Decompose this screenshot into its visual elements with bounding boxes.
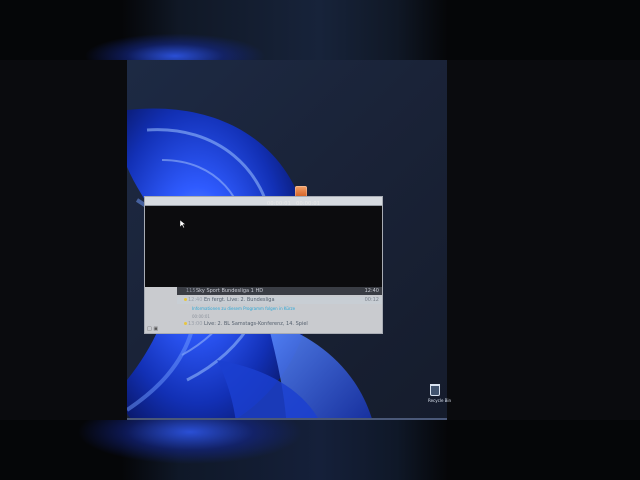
time-total: 00:00:01 <box>296 201 321 207</box>
mouse-cursor-icon <box>180 220 186 228</box>
player-titlebar[interactable] <box>145 197 382 206</box>
row-description: Informationen zu diesem Programm folgen … <box>192 306 296 311</box>
right-letterbox <box>447 60 640 420</box>
star-icon <box>184 298 187 301</box>
star-icon <box>184 322 187 325</box>
blurred-top-band <box>0 0 640 60</box>
timecode-display: 00:00:01 00:00:01 <box>267 201 325 207</box>
recycle-bin-shortcut[interactable]: Recycle Bin <box>428 384 452 408</box>
channel-header[interactable]: 115 Sky Sport Bundesliga 1 HD 12:40 <box>177 287 382 295</box>
row-start-time: 13:00 <box>188 321 203 327</box>
channel-time: 12:40 <box>364 288 379 294</box>
row-title: Live: 2. BL Samstags-Konferenz, 14. Spie… <box>204 321 308 327</box>
recycle-bin-label: Recycle Bin <box>428 398 452 403</box>
channel-number: 115 <box>186 288 196 294</box>
epg-overlay[interactable]: 115 Sky Sport Bundesliga 1 HD 12:40 12:4… <box>145 287 382 333</box>
row-title: En fergt. Live: 2. Bundesliga <box>204 297 275 303</box>
lock-icon[interactable]: □ <box>147 326 152 332</box>
row-start-time: 12:40 <box>188 297 203 303</box>
row-sub-time: 00:00:01 <box>192 314 210 319</box>
blurred-bottom-band <box>0 420 640 480</box>
epg-row-current[interactable]: 12:40 En fergt. Live: 2. Bundesliga 00:1… <box>177 297 382 304</box>
media-player-window[interactable]: 00:00:01 00:00:01 115 Sky Sport Bundeslig… <box>144 196 383 334</box>
row-end-time: 00:12 <box>364 297 379 303</box>
control-icons: □ ▣ <box>147 326 158 332</box>
screen-icon[interactable]: ▣ <box>153 326 158 332</box>
left-letterbox <box>0 60 127 420</box>
recycle-bin-icon <box>430 384 440 396</box>
channel-name: Sky Sport Bundesliga 1 HD <box>196 288 264 294</box>
time-elapsed: 00:00:01 <box>267 201 292 207</box>
